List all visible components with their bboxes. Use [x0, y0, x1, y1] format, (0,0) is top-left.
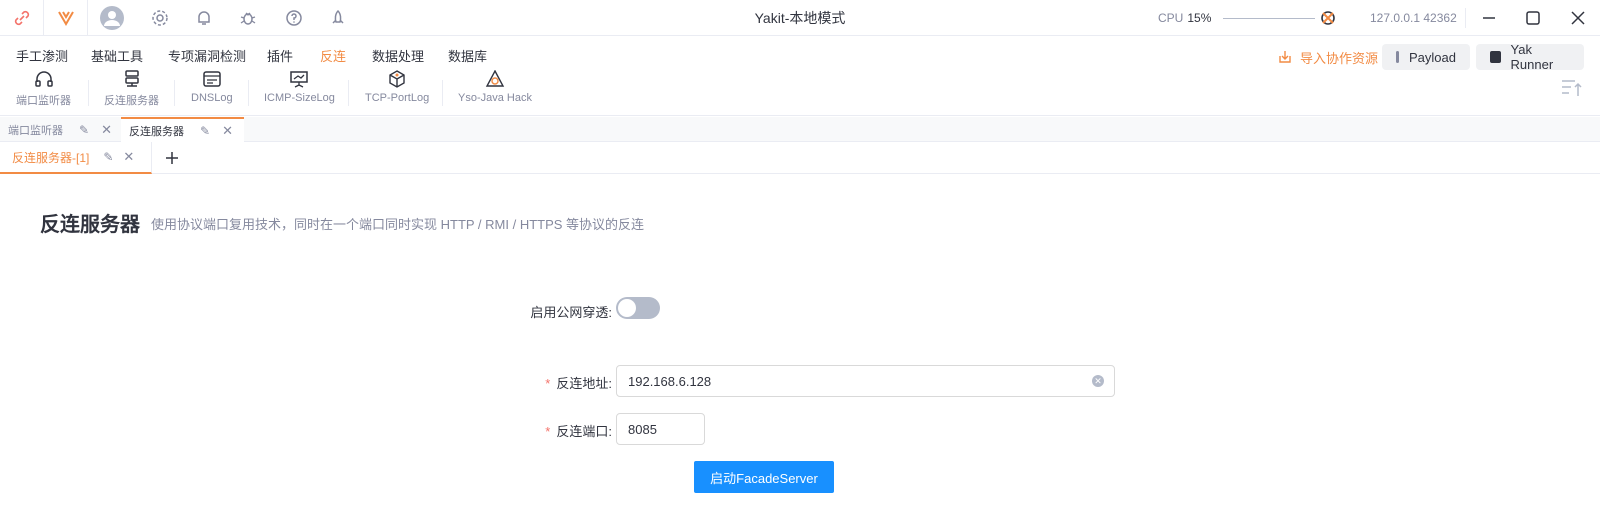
close-icon[interactable]: ✕	[101, 122, 112, 138]
cpu-graph	[1223, 17, 1316, 19]
rocket-icon[interactable]	[316, 0, 360, 36]
toggle-label-text: 启用公网穿透	[530, 305, 609, 320]
divider	[1465, 8, 1466, 28]
required-mark: *	[545, 376, 551, 391]
add-tab-icon[interactable]	[152, 142, 192, 174]
terminal-icon	[1490, 51, 1501, 63]
divider	[174, 80, 175, 106]
port-label-text: 反连端口	[556, 424, 609, 439]
tab-reverse-server[interactable]: 反连服务器 ✎ ✕	[121, 117, 244, 142]
address-label-text: 反连地址	[556, 376, 609, 391]
maximize-icon[interactable]	[1511, 0, 1555, 36]
port-input[interactable]: 8085	[616, 413, 705, 445]
yak-runner-label: Yak Runner	[1510, 42, 1554, 72]
sub-item-yso-java-hack[interactable]: Yso-Java Hack	[458, 70, 532, 110]
sub-item-tcp-portlog[interactable]: TCP-PortLog	[365, 70, 429, 110]
edit-icon[interactable]: ✎	[79, 123, 89, 137]
toggle-label: 启用公网穿透:	[530, 305, 612, 320]
close-window-icon[interactable]	[1556, 0, 1600, 36]
address-input[interactable]: 192.168.6.128 ✕	[616, 365, 1115, 397]
sub-item-label: 端口监听器	[16, 95, 71, 107]
close-icon[interactable]: ✕	[123, 149, 134, 165]
edit-icon[interactable]: ✎	[103, 150, 113, 164]
menu-item-vuln-detection[interactable]: 专项漏洞检测	[168, 46, 246, 65]
clear-icon[interactable]: ✕	[1092, 375, 1104, 387]
sub-item-label: ICMP-SizeLog	[264, 92, 335, 104]
required-mark: *	[545, 424, 551, 439]
menu-item-database[interactable]: 数据库	[448, 46, 487, 65]
port-label: * 反连端口:	[545, 424, 612, 439]
menu-item-plugins[interactable]: 插件	[267, 46, 293, 65]
tab-label: 端口监听器	[8, 124, 63, 137]
yakit-logo-icon[interactable]	[44, 0, 88, 36]
import-label: 导入协作资源	[1300, 50, 1379, 66]
bug-icon[interactable]	[226, 0, 270, 36]
divider	[88, 80, 89, 106]
main-tab-bar: 端口监听器 ✎ ✕ 反连服务器 ✎ ✕	[0, 117, 1600, 142]
menu-item-data-processing[interactable]: 数据处理	[372, 46, 424, 65]
sub-item-reverse-server[interactable]: 反连服务器	[104, 70, 159, 110]
server-icon	[124, 70, 139, 87]
edit-icon[interactable]: ✎	[200, 124, 210, 138]
tab-label: 反连服务器	[129, 125, 184, 138]
engine-address: 127.0.0.1 42362	[1370, 11, 1457, 25]
divider	[248, 80, 249, 106]
headphone-icon	[34, 71, 53, 87]
sub-item-icmp-sizelog[interactable]: ICMP-SizeLog	[264, 70, 335, 110]
start-facade-server-button[interactable]: 启动FacadeServer	[694, 461, 834, 493]
port-value: 8085	[628, 421, 657, 437]
menu-item-reverse[interactable]: 反连	[320, 46, 346, 65]
sub-item-port-listener[interactable]: 端口监听器	[16, 70, 71, 110]
dns-icon	[203, 71, 221, 87]
sub-item-label: DNSLog	[191, 92, 233, 104]
sub-item-label: Yso-Java Hack	[458, 92, 532, 104]
payload-label: Payload	[1409, 49, 1456, 65]
cpu-label: CPU	[1158, 11, 1184, 25]
divider	[442, 80, 443, 106]
close-icon[interactable]: ✕	[222, 123, 233, 139]
hack-icon	[485, 70, 505, 87]
payload-button[interactable]: Payload	[1382, 44, 1470, 70]
tab-label: 反连服务器-[1]	[12, 150, 90, 165]
sub-tab-bar: 反连服务器-[1] ✎ ✕	[0, 142, 1600, 174]
sub-item-dnslog[interactable]: DNSLog	[191, 70, 233, 110]
address-value: 192.168.6.128	[628, 373, 712, 389]
help-icon[interactable]	[272, 0, 316, 36]
box-icon	[389, 70, 405, 88]
page-title: 反连服务器	[40, 214, 140, 236]
sub-item-label: TCP-PortLog	[365, 92, 430, 104]
yak-runner-button[interactable]: Yak Runner	[1476, 42, 1584, 72]
engine-icon[interactable]	[1313, 0, 1343, 36]
menu-item-basic-tools[interactable]: 基础工具	[91, 46, 143, 65]
menu-item-manual-pentest[interactable]: 手工渗测	[16, 46, 68, 65]
public-tunnel-toggle[interactable]	[616, 297, 660, 319]
link-icon[interactable]	[0, 0, 44, 36]
cpu-monitor: CPU 15%	[1158, 0, 1316, 36]
sort-icon[interactable]	[1561, 78, 1583, 101]
toggle-knob	[618, 299, 636, 317]
import-collab-button[interactable]: 导入协作资源	[1264, 44, 1392, 70]
tab-reverse-server-1[interactable]: 反连服务器-[1] ✎ ✕	[0, 142, 152, 174]
import-icon	[1279, 51, 1291, 63]
gear-icon[interactable]	[138, 0, 182, 36]
title-bar: Yakit-本地模式 CPU 15% 127.0.0.1 42362	[0, 0, 1600, 36]
page-description: 使用协议端口复用技术，同时在一个端口同时实现 HTTP / RMI / HTTP…	[151, 217, 645, 232]
bell-icon[interactable]	[182, 0, 226, 36]
menu-bar: 手工渗测 基础工具 专项漏洞检测 插件 反连 数据处理 数据库 端口监听器 反连…	[0, 36, 1600, 116]
minimize-icon[interactable]	[1467, 0, 1511, 36]
presentation-icon	[290, 71, 309, 88]
tab-port-listener[interactable]: 端口监听器 ✎ ✕	[0, 117, 120, 142]
avatar[interactable]	[90, 0, 134, 36]
address-label: * 反连地址:	[545, 376, 612, 391]
sub-item-label: 反连服务器	[104, 95, 159, 107]
cpu-value: 15%	[1187, 11, 1212, 25]
payload-icon	[1396, 51, 1400, 63]
divider	[348, 80, 349, 106]
